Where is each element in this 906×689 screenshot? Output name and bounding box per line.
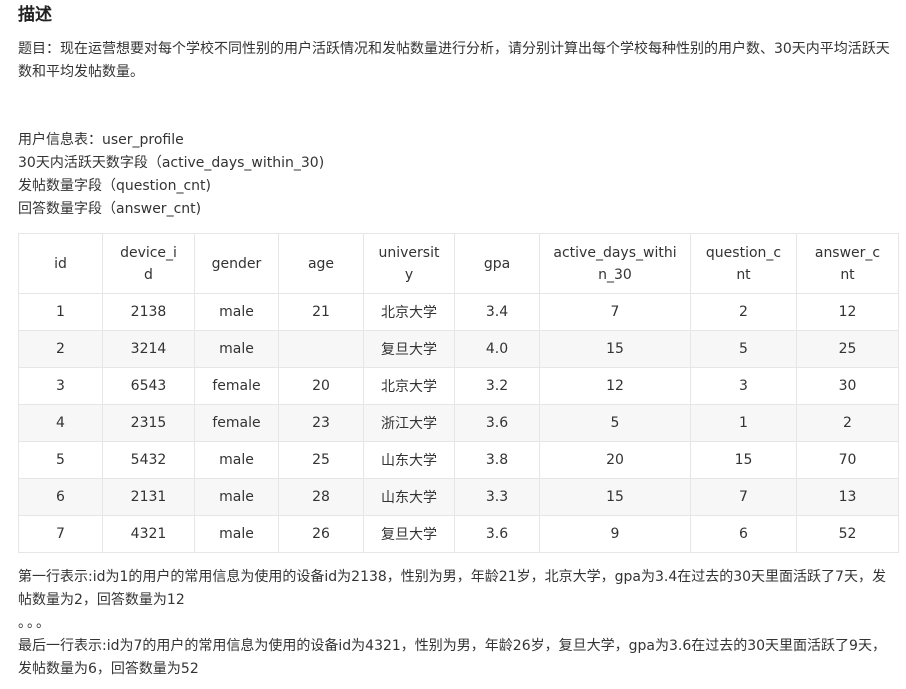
cell-answer-cnt: 52 [796, 515, 899, 553]
cell-gpa: 3.4 [454, 293, 540, 331]
cell-device-id: 5432 [102, 441, 195, 479]
cell-gender: male [194, 441, 279, 479]
cell-answer-cnt: 13 [796, 478, 899, 516]
cell-answer-cnt: 70 [796, 441, 899, 479]
cell-answer-cnt: 2 [796, 404, 899, 442]
table-row: 2 3214 male 复旦大学 4.0 15 5 25 [18, 330, 899, 368]
table-row: 6 2131 male 28 山东大学 3.3 15 7 13 [18, 478, 899, 516]
cell-university: 山东大学 [363, 441, 455, 479]
cell-question-cnt: 1 [690, 404, 797, 442]
header-answer-cnt: answer_cnt [796, 233, 899, 294]
cell-question-cnt: 15 [690, 441, 797, 479]
cell-gender: female [194, 367, 279, 405]
table-header-row: id device_id gender age university gpa a… [18, 233, 899, 294]
first-row-explanation: 第一行表示:id为1的用户的常用信息为使用的设备id为2138，性别为男，年龄2… [18, 569, 886, 608]
cell-active-days: 20 [539, 441, 691, 479]
header-active-days: active_days_within_30 [539, 233, 691, 294]
cell-gpa: 3.3 [454, 478, 540, 516]
cell-active-days: 9 [539, 515, 691, 553]
cell-age: 26 [278, 515, 364, 553]
cell-gpa: 4.0 [454, 330, 540, 368]
section-heading: 描述 [18, 5, 52, 25]
header-device-id: device_id [102, 233, 195, 294]
problem-statement: 题目：现在运营想要对每个学校不同性别的用户活跃情况和发帖数量进行分析，请分别计算… [18, 41, 890, 80]
cell-id: 3 [18, 367, 103, 405]
cell-university: 山东大学 [363, 478, 455, 516]
cell-answer-cnt: 30 [796, 367, 899, 405]
cell-device-id: 3214 [102, 330, 195, 368]
cell-university: 北京大学 [363, 293, 455, 331]
cell-gpa: 3.6 [454, 404, 540, 442]
cell-id: 6 [18, 478, 103, 516]
user-profile-table: id device_id gender age university gpa a… [18, 233, 899, 553]
example-notes: 第一行表示:id为1的用户的常用信息为使用的设备id为2138，性别为男，年龄2… [18, 566, 898, 681]
ellipsis-text: 。。。 [18, 615, 52, 631]
cell-gpa: 3.6 [454, 515, 540, 553]
cell-university: 浙江大学 [363, 404, 455, 442]
cell-gender: male [194, 515, 279, 553]
cell-id: 2 [18, 330, 103, 368]
cell-question-cnt: 6 [690, 515, 797, 553]
cell-answer-cnt: 25 [796, 330, 899, 368]
cell-id: 4 [18, 404, 103, 442]
cell-device-id: 2131 [102, 478, 195, 516]
cell-gender: male [194, 330, 279, 368]
cell-university: 复旦大学 [363, 330, 455, 368]
answer-cnt-field-line: 回答数量字段（answer_cnt) [18, 201, 202, 217]
table-row: 1 2138 male 21 北京大学 3.4 7 2 12 [18, 293, 899, 331]
header-age: age [278, 233, 364, 294]
cell-university: 北京大学 [363, 367, 455, 405]
cell-question-cnt: 5 [690, 330, 797, 368]
cell-id: 7 [18, 515, 103, 553]
header-question-cnt: question_cnt [690, 233, 797, 294]
cell-university: 复旦大学 [363, 515, 455, 553]
cell-question-cnt: 3 [690, 367, 797, 405]
cell-id: 1 [18, 293, 103, 331]
cell-device-id: 2138 [102, 293, 195, 331]
cell-active-days: 12 [539, 367, 691, 405]
header-id: id [18, 233, 103, 294]
cell-device-id: 6543 [102, 367, 195, 405]
table-info: 用户信息表：user_profile 30天内活跃天数字段（active_day… [18, 129, 324, 221]
header-gender: gender [194, 233, 279, 294]
question-cnt-field-line: 发帖数量字段（question_cnt) [18, 178, 212, 194]
cell-age: 28 [278, 478, 364, 516]
cell-age: 25 [278, 441, 364, 479]
cell-age: 21 [278, 293, 364, 331]
last-row-explanation: 最后一行表示:id为7的用户的常用信息为使用的设备id为4321，性别为男，年龄… [18, 638, 886, 677]
table-row: 4 2315 female 23 浙江大学 3.6 5 1 2 [18, 404, 899, 442]
cell-active-days: 15 [539, 478, 691, 516]
cell-gender: male [194, 293, 279, 331]
cell-age: 23 [278, 404, 364, 442]
cell-age [278, 330, 364, 368]
cell-gender: female [194, 404, 279, 442]
cell-id: 5 [18, 441, 103, 479]
cell-device-id: 2315 [102, 404, 195, 442]
cell-active-days: 15 [539, 330, 691, 368]
cell-active-days: 7 [539, 293, 691, 331]
cell-question-cnt: 7 [690, 478, 797, 516]
table-row: 7 4321 male 26 复旦大学 3.6 9 6 52 [18, 515, 899, 553]
cell-answer-cnt: 12 [796, 293, 899, 331]
cell-device-id: 4321 [102, 515, 195, 553]
cell-gpa: 3.8 [454, 441, 540, 479]
table-name-line: 用户信息表：user_profile [18, 132, 184, 148]
header-university: university [363, 233, 455, 294]
cell-gpa: 3.2 [454, 367, 540, 405]
table-row: 5 5432 male 25 山东大学 3.8 20 15 70 [18, 441, 899, 479]
cell-active-days: 5 [539, 404, 691, 442]
table-row: 3 6543 female 20 北京大学 3.2 12 3 30 [18, 367, 899, 405]
active-days-field-line: 30天内活跃天数字段（active_days_within_30) [18, 155, 325, 171]
cell-gender: male [194, 478, 279, 516]
header-gpa: gpa [454, 233, 540, 294]
cell-question-cnt: 2 [690, 293, 797, 331]
cell-age: 20 [278, 367, 364, 405]
